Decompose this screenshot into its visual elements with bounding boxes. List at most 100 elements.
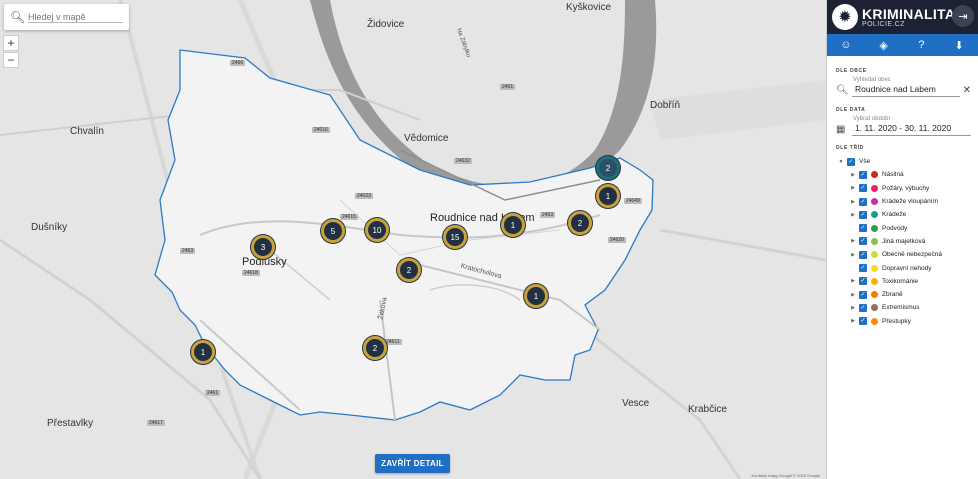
checkbox[interactable]: ✓ [859,264,867,273]
category-color-dot [871,251,878,259]
obec-value[interactable]: Roudnice nad Labem [852,83,960,97]
collapse-panel-icon[interactable]: ⇥ [952,5,974,27]
checkbox[interactable]: ✓ [859,184,867,193]
date-range-field[interactable]: ▦ 1. 11. 2020 - 30. 11. 2020 [836,122,971,136]
tree-item[interactable]: ▶ ✓ Krádeže [847,208,978,221]
clear-icon[interactable]: ✕ [963,85,971,96]
tree-item-label: Násilná [882,171,904,179]
place-dobrin: Dobříň [650,100,681,111]
search-icon: 🔍︎ [836,84,849,96]
tree-item[interactable]: ▶ ✓ Přestupky [847,315,978,328]
place-kyskovice: Kyškovice [566,2,612,13]
road-number: 24016 [312,127,330,133]
crime-cluster-marker[interactable]: 3 [251,235,275,259]
section-title-data: DLE DATA [836,107,866,113]
chevron-down-icon[interactable]: ▼ [835,159,847,165]
tree-item-label: Obecně nebezpečná [882,251,942,259]
crime-cluster-marker[interactable]: 2 [397,258,421,282]
tree-item[interactable]: ▶ ✓ Jiná majetková [847,235,978,248]
side-panel: ✹ KRIMINALITA POLICIE.CZ ⇥ ☺ ◈ ? ⬇ DLE O… [826,0,978,479]
chevron-right-icon[interactable]: ▶ [847,199,859,205]
tree-item-label: Zbraně [882,291,903,299]
place-zidovice: Židovice [367,19,405,30]
place-prestavlky: Přestavlky [47,418,94,429]
checkbox[interactable]: ✓ [859,170,867,179]
crime-cluster-marker[interactable]: 2 [363,336,387,360]
section-title-obec: DLE OBCE [836,68,867,74]
map-search-input[interactable] [28,11,123,23]
checkbox[interactable]: ✓ [847,157,855,166]
user-icon[interactable]: ☺ [827,34,865,56]
tree-item-label: Toxikománie [882,277,919,285]
tree-item[interactable]: ▶ ✓ Extremismus [847,301,978,314]
crime-cluster-marker[interactable]: 1 [524,284,548,308]
checkbox[interactable]: ✓ [859,224,867,233]
road-number: 2466 [230,60,246,66]
tree-item-label: Extremismus [882,304,920,312]
chevron-right-icon[interactable]: ▶ [847,252,859,258]
category-color-dot [871,317,878,325]
crime-cluster-marker[interactable]: 1 [191,340,215,364]
date-range-value[interactable]: 1. 11. 2020 - 30. 11. 2020 [852,122,971,136]
tree-item[interactable]: ▶ ✓ Požáry, výbuchy [847,182,978,195]
road-number: 24023 [355,193,373,199]
crime-cluster-marker[interactable]: 1 [596,184,620,208]
chevron-right-icon[interactable]: ▶ [847,278,859,284]
map-view[interactable]: Kyškovice Židovice Chvalín Vědomice Dobř… [0,0,826,479]
crime-cluster-marker[interactable]: 5 [321,219,345,243]
category-color-dot [871,224,878,232]
help-icon[interactable]: ? [903,34,941,56]
tree-item-label: Krádeže vloupáním [882,198,939,206]
checkbox[interactable]: ✓ [859,250,867,259]
checkbox[interactable]: ✓ [859,303,867,312]
category-color-dot [871,198,878,206]
chevron-right-icon[interactable]: ▶ [847,318,859,324]
download-icon[interactable]: ⬇ [940,34,978,56]
chevron-right-icon[interactable]: ▶ [847,212,859,218]
tree-item[interactable]: ▶ ✓ Obecně nebezpečná [847,248,978,261]
chevron-right-icon[interactable]: ▶ [847,305,859,311]
tree-item[interactable]: ▶ ✓ Krádeže vloupáním [847,195,978,208]
checkbox[interactable]: ✓ [859,290,867,299]
tree-item[interactable]: ▶ ✓ Zbraně [847,288,978,301]
checkbox[interactable]: ✓ [859,317,867,326]
crime-cluster-marker[interactable]: 10 [365,218,389,242]
tree-item-label: Požáry, výbuchy [882,184,930,192]
crime-cluster-marker[interactable]: 2 [568,211,592,235]
obec-field[interactable]: 🔍︎ Roudnice nad Labem ✕ [836,83,971,97]
layers-icon[interactable]: ◈ [865,34,903,56]
road-number: 2463 [180,248,196,254]
app: Kyškovice Židovice Chvalín Vědomice Dobř… [0,0,978,479]
tree-item[interactable]: ▶ ✓ Toxikománie [847,275,978,288]
crime-cluster-marker[interactable]: 15 [443,225,467,249]
place-chvalin: Chvalín [70,126,104,137]
zoom-in-button[interactable]: + [3,35,19,51]
close-detail-button[interactable]: ZAVŘÍT DETAIL [375,454,450,473]
chevron-right-icon[interactable]: ▶ [847,172,859,178]
brand-subtitle: POLICIE.CZ [862,20,905,28]
police-star-logo: ✹ [832,4,858,30]
category-color-dot [871,171,878,179]
chevron-right-icon[interactable]: ▶ [847,238,859,244]
checkbox[interactable]: ✓ [859,210,867,219]
checkbox[interactable]: ✓ [859,197,867,206]
place-krabcice: Krabčice [688,404,727,415]
chevron-right-icon[interactable]: ▶ [847,292,859,298]
zoom-out-button[interactable]: − [3,52,19,68]
chevron-right-icon[interactable]: ▶ [847,185,859,191]
tree-item[interactable]: ✓ Podvody [847,221,978,234]
checkbox[interactable]: ✓ [859,237,867,246]
category-tree: ▼ ✓ Vše ▶ ✓ Násilná ▶ ✓ Požáry, výbuchy … [827,155,978,328]
tree-item[interactable]: ✓ Dopravní nehody [847,261,978,274]
panel-header: ✹ KRIMINALITA POLICIE.CZ ⇥ [827,0,978,34]
tree-item[interactable]: ▶ ✓ Násilná [847,168,978,181]
crime-cluster-marker[interactable]: 1 [501,213,525,237]
tree-item-vse[interactable]: ▼ ✓ Vše [835,155,978,168]
place-vedomice: Vědomice [404,133,449,144]
map-search-box[interactable]: 🔍︎ [4,4,129,30]
crime-cluster-marker[interactable]: 2 [596,156,620,180]
category-color-dot [871,237,878,245]
category-color-dot [871,264,878,272]
tree-item-label: Krádeže [882,211,907,219]
checkbox[interactable]: ✓ [859,277,867,286]
